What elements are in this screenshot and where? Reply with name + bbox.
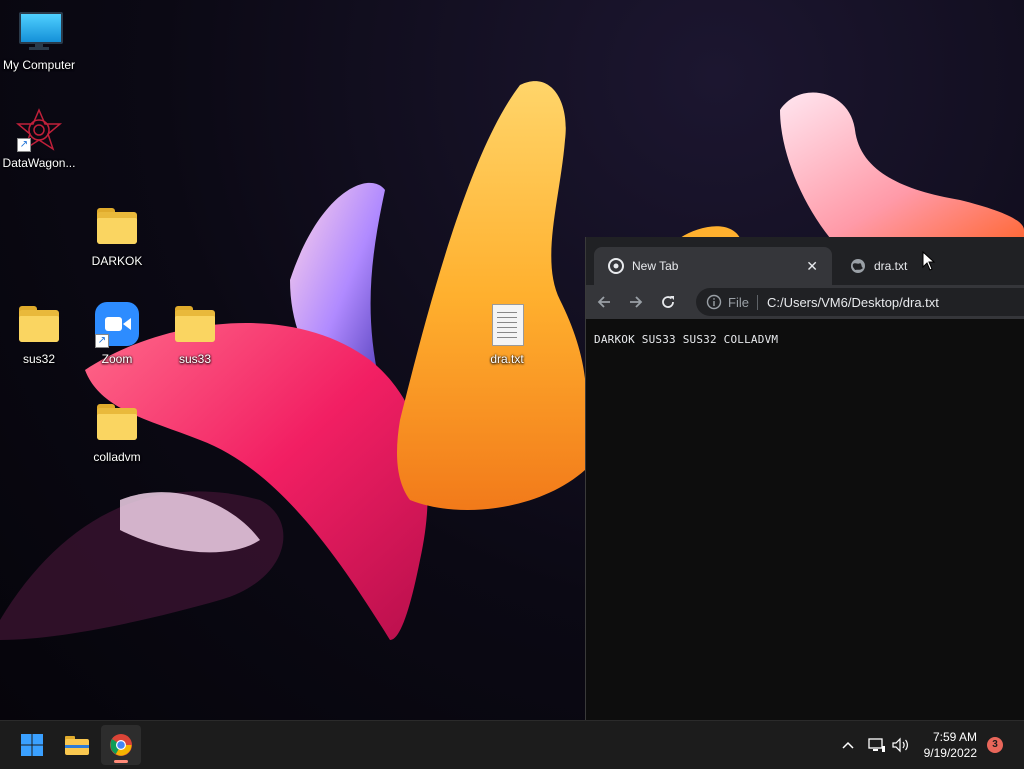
desktop-icon-label: DARKOK — [91, 254, 143, 268]
active-app-indicator — [114, 760, 128, 763]
address-bar[interactable]: File C:/Users/VM6/Desktop/dra.txt — [696, 288, 1024, 316]
desktop-icon-label: My Computer — [2, 58, 76, 72]
shortcut-arrow-icon: ↗ — [17, 138, 31, 152]
folder-icon — [93, 402, 141, 446]
chrome-icon — [608, 258, 624, 274]
file-explorer-icon — [65, 736, 89, 755]
desktop-icon-label: colladvm — [93, 450, 141, 464]
text-file-icon — [483, 304, 531, 348]
reload-button[interactable] — [654, 288, 682, 316]
desktop-icon-sus32[interactable]: sus32 — [0, 304, 78, 366]
back-button[interactable] — [590, 288, 618, 316]
desktop-icon-label: DataWagon... — [2, 156, 76, 170]
reload-icon — [662, 296, 674, 308]
tab-new-tab[interactable]: New Tab ✕ — [594, 247, 832, 285]
zoom-icon: ↗ — [93, 302, 141, 348]
desktop-icon-datawagon[interactable]: ↗ DataWagon... — [0, 108, 78, 170]
notification-badge[interactable]: 3 — [987, 737, 1003, 753]
close-tab-icon[interactable]: ✕ — [806, 258, 818, 275]
shortcut-arrow-icon: ↗ — [95, 334, 109, 348]
desktop-icon-zoom[interactable]: ↗ Zoom — [78, 302, 156, 366]
desktop-icon-dra-txt[interactable]: dra.txt — [468, 304, 546, 366]
desktop-icon-label: dra.txt — [490, 352, 524, 366]
start-button[interactable] — [12, 725, 52, 765]
desktop-icon-label: sus33 — [178, 352, 212, 366]
page-content: DARKOK SUS33 SUS32 COLLADVM — [594, 333, 779, 346]
clock-date: 9/19/2022 — [923, 746, 977, 760]
chrome-taskbar-button[interactable] — [101, 725, 141, 765]
folder-icon — [171, 304, 219, 348]
desktop-icon-colladvm[interactable]: colladvm — [78, 402, 156, 464]
windows-start-icon — [21, 734, 43, 756]
back-arrow-icon — [597, 296, 610, 308]
folder-icon — [15, 304, 63, 348]
clock[interactable]: 7:59 AM 9/19/2022 — [924, 729, 977, 761]
tab-strip: New Tab ✕ dra.txt — [586, 237, 1024, 285]
desktop-icon-darkok[interactable]: DARKOK — [78, 206, 156, 268]
clock-time: 7:59 AM — [932, 730, 977, 744]
info-icon[interactable] — [706, 294, 722, 310]
folder-icon — [93, 206, 141, 250]
show-hidden-icons-chevron-icon[interactable] — [838, 741, 858, 749]
desktop-icon-sus33[interactable]: sus33 — [156, 304, 234, 366]
url-scheme-label: File — [728, 294, 758, 310]
datawagon-icon: ↗ — [15, 108, 63, 152]
forward-arrow-icon — [630, 296, 643, 308]
volume-icon[interactable] — [890, 737, 912, 753]
file-explorer-button[interactable] — [57, 725, 97, 765]
browser-toolbar: File C:/Users/VM6/Desktop/dra.txt — [586, 285, 1024, 319]
desktop-icon-label: sus32 — [22, 352, 56, 366]
forward-button[interactable] — [622, 288, 650, 316]
url-text: C:/Users/VM6/Desktop/dra.txt — [766, 294, 939, 310]
browser-window: New Tab ✕ dra.txt File C:/Users/VM6/Desk… — [585, 237, 1024, 720]
tab-title: dra.txt — [874, 259, 908, 273]
tab-title: New Tab — [632, 259, 679, 273]
globe-icon — [850, 258, 866, 274]
monitor-icon — [15, 10, 63, 54]
system-tray — [838, 721, 912, 769]
chrome-icon — [110, 734, 132, 756]
network-icon[interactable] — [864, 737, 890, 753]
taskbar: 7:59 AM 9/19/2022 3 — [0, 720, 1024, 769]
desktop-icon-label: Zoom — [101, 352, 133, 366]
mouse-cursor-icon — [922, 251, 936, 271]
desktop-icon-my-computer[interactable]: My Computer — [0, 10, 78, 72]
